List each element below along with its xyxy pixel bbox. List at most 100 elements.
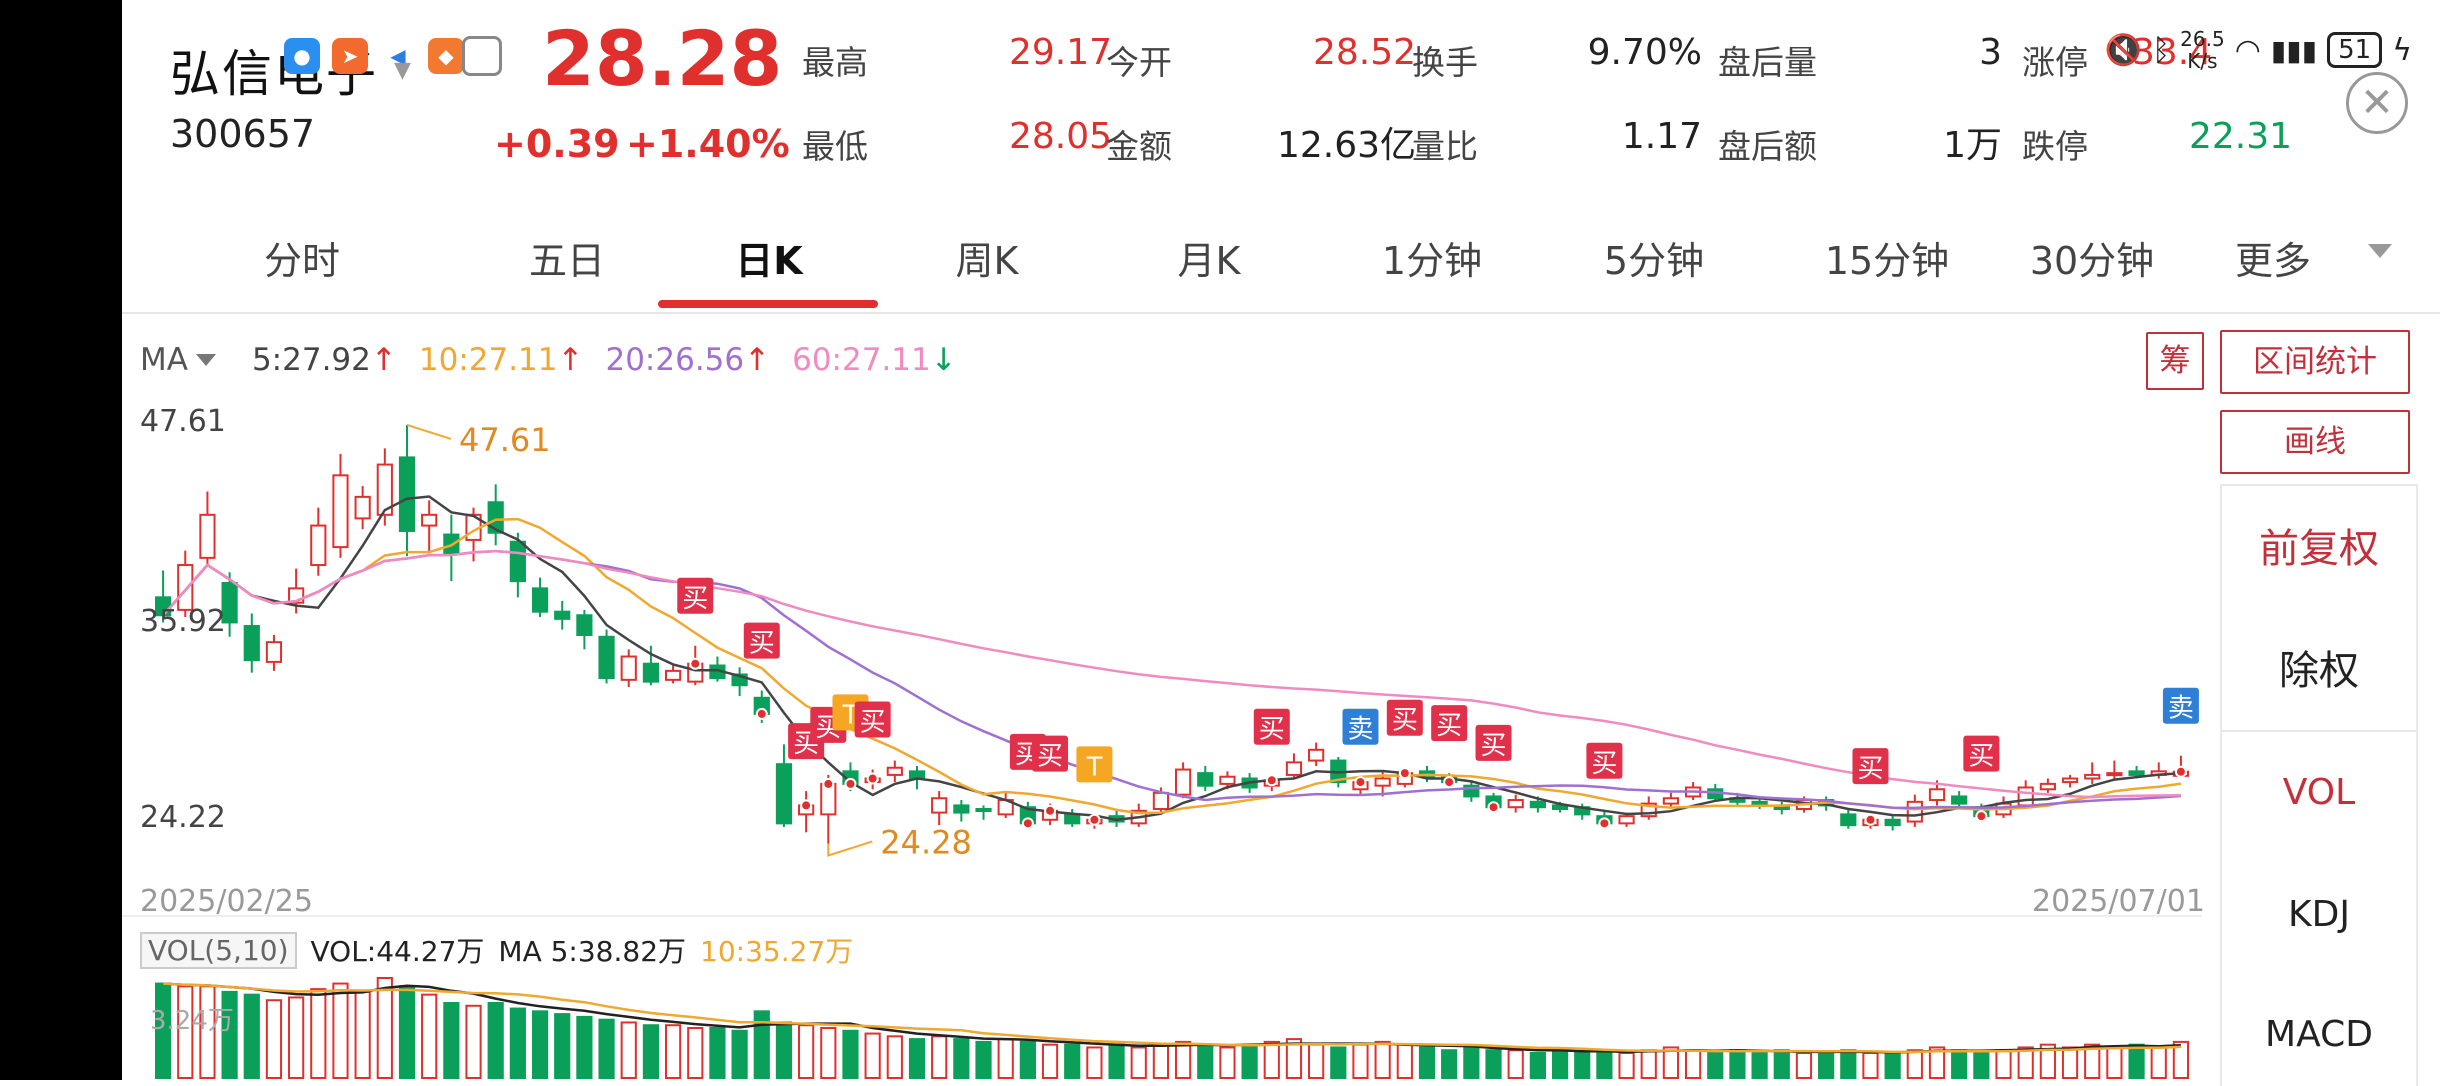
candle-body (1906, 800, 1923, 823)
volume-bar (1618, 1052, 1635, 1079)
volume-bar (2106, 1046, 2123, 1080)
volume-bar (1241, 1043, 1258, 1079)
volume-bar (398, 985, 416, 1079)
candle-body (1951, 795, 1968, 805)
candle-body (2039, 782, 2056, 791)
signal-dot (689, 657, 702, 670)
signal-dot (1975, 810, 1988, 823)
volume-bar (975, 1040, 992, 1080)
volume-bar (1640, 1049, 1657, 1079)
volume-bar (1773, 1049, 1790, 1079)
volume-bar (1862, 1052, 1879, 1079)
candle-body (2128, 770, 2145, 776)
volume-bar (1152, 1043, 1170, 1079)
volume-bar (1197, 1043, 1214, 1079)
volume-bar (354, 990, 371, 1080)
candle-body (332, 474, 349, 549)
candle-body (1840, 813, 1857, 827)
volume-bar (1418, 1046, 1436, 1080)
volume-bar (509, 1007, 526, 1079)
signal-label-T: T (1085, 752, 1102, 782)
signal-dot (1265, 774, 1278, 787)
volume-bar (1818, 1052, 1835, 1079)
signal-label-sell: 卖 (2168, 694, 2194, 724)
volume-bar (886, 1035, 903, 1080)
volume-bar (332, 982, 349, 1079)
volume-bar (798, 1024, 815, 1079)
volume-bar (1308, 1043, 1325, 1079)
volume-bar (731, 1029, 748, 1080)
candle-body (1374, 777, 1391, 787)
volume-bar (1108, 1043, 1125, 1079)
signal-label-buy: 买 (1968, 742, 1994, 772)
volume-bar (487, 1002, 504, 1079)
y-tick-mid: 35.92 (140, 604, 226, 639)
signal-dot (1487, 801, 1500, 814)
stock-chart-app: 弘信电子 ● ➤ ◀ ◆ ▼ 300657 28.28 +0.39 +1.40%… (122, 0, 2440, 1086)
vol-ma10: 10:35.27万 (700, 935, 854, 968)
x-end-date: 2025/07/01 (2032, 884, 2205, 919)
candle-body (421, 513, 438, 527)
low-mark-pointer (827, 840, 873, 857)
volume-bar (1707, 1052, 1724, 1079)
volume-bar (620, 1021, 637, 1080)
signal-label-buy: 买 (1037, 742, 1063, 772)
volume-bar (421, 993, 438, 1080)
candle-body (1884, 818, 1901, 827)
vol-ma5: MA 5:38.82万 (498, 935, 687, 968)
signal-dot (866, 772, 879, 785)
candle-body (1662, 797, 1680, 805)
candle-body (1219, 775, 1236, 785)
candle-body (2061, 777, 2079, 784)
candle-body (1197, 772, 1214, 787)
signal-dot (1044, 804, 1057, 817)
volume-legend[interactable]: VOL(5,10) VOL:44.27万 MA 5:38.82万 10:35.2… (140, 930, 853, 970)
candle-body (310, 524, 327, 567)
candle-body (1285, 761, 1303, 776)
volume-bar (1352, 1043, 1369, 1079)
volume-bar (1973, 1052, 1990, 1079)
signal-dot (844, 777, 857, 790)
volume-bar (1684, 1049, 1702, 1079)
signal-dot (755, 707, 768, 720)
volume-bar (465, 1004, 482, 1079)
candle-body (354, 495, 371, 520)
volume-bar (1041, 1043, 1059, 1079)
volume-bar (709, 1027, 726, 1079)
candle-body (664, 669, 682, 681)
volume-bar (1485, 1049, 1502, 1079)
volume-bar (376, 977, 393, 1079)
signal-dot (1598, 817, 1611, 830)
volume-bar (443, 1002, 460, 1079)
volume-bar (1396, 1043, 1413, 1079)
candle-body (620, 655, 637, 681)
signal-label-buy: 买 (1436, 711, 1462, 741)
candle-body (1152, 791, 1170, 811)
volume-bar (1906, 1049, 1923, 1079)
volume-bar (554, 1013, 571, 1079)
candle-body (554, 610, 571, 620)
candle-body (931, 797, 948, 814)
volume-bar (1507, 1049, 1524, 1079)
signal-dot (2174, 765, 2187, 778)
candle-body (1174, 768, 1192, 796)
signal-dot (800, 799, 813, 812)
volume-bar (288, 996, 305, 1080)
volume-bar (664, 1024, 682, 1079)
volume-bar (2128, 1043, 2145, 1079)
volume-bar (2061, 1046, 2079, 1080)
volume-bar (1174, 1040, 1192, 1080)
volume-bar (1751, 1052, 1768, 1079)
candle-body (398, 456, 416, 532)
candle-body (1507, 799, 1524, 809)
signal-label-buy: 买 (749, 629, 775, 659)
volume-bar (1529, 1052, 1546, 1079)
x-start-date: 2025/02/25 (140, 884, 313, 919)
volume-bar (1130, 1046, 1147, 1080)
vol-settings-box[interactable]: VOL(5,10) (140, 931, 297, 969)
volume-bar (997, 1038, 1014, 1079)
volume-bar (243, 993, 260, 1080)
candle-body (199, 513, 216, 559)
volume-bar (1019, 1040, 1036, 1080)
volume-bar (310, 988, 327, 1079)
